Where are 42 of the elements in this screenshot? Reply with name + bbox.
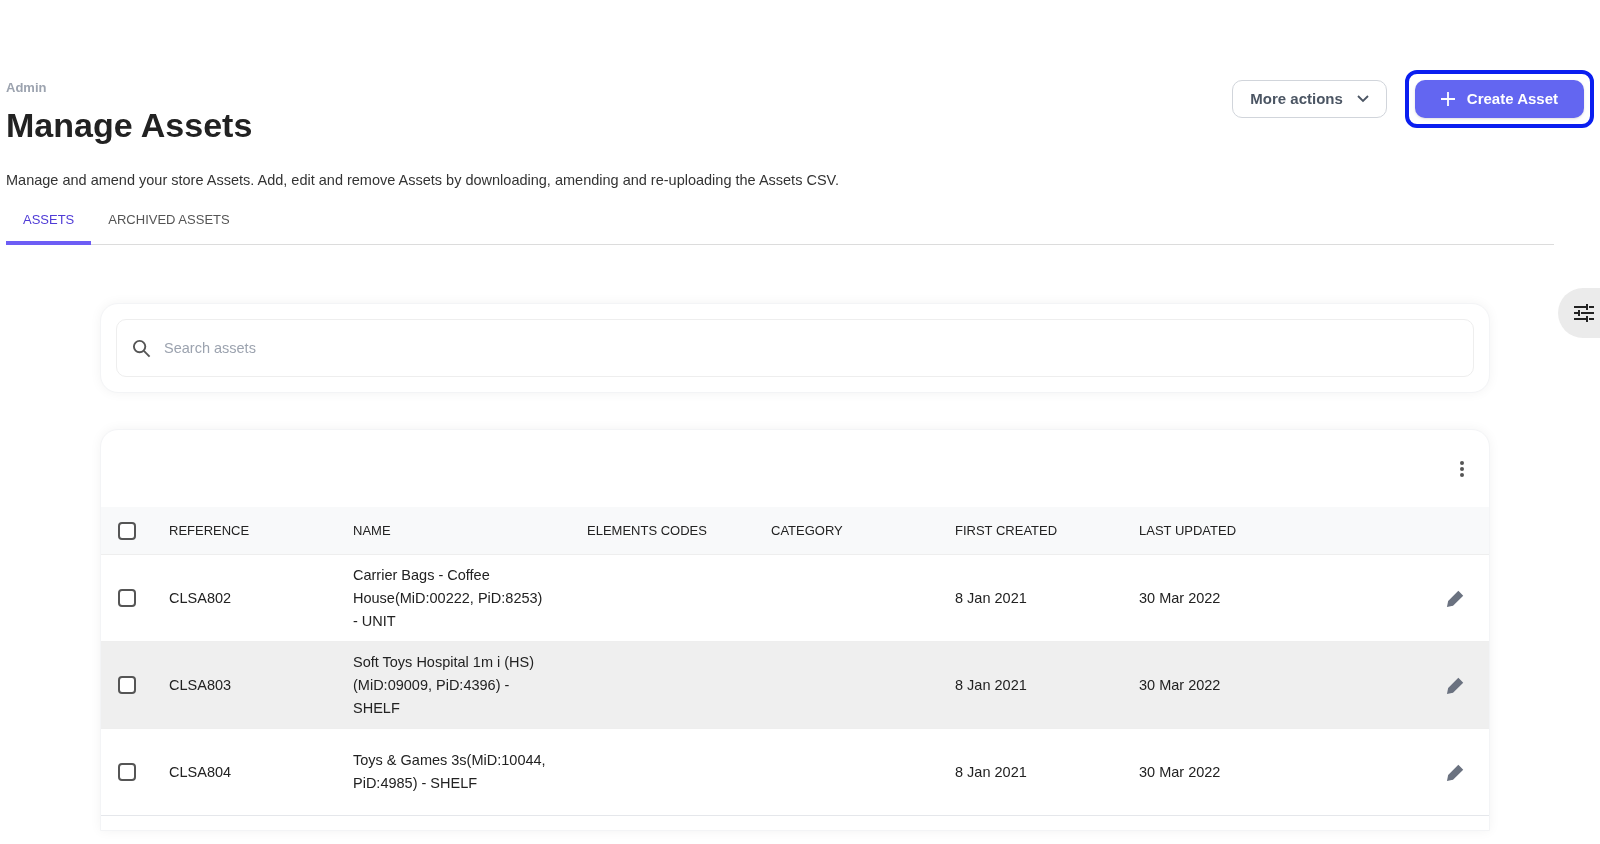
table-cell-text: CLSA803 bbox=[169, 675, 233, 695]
table-cell-text: 8 Jan 2021 bbox=[955, 675, 1028, 695]
more-actions-button[interactable]: More actions bbox=[1232, 80, 1387, 118]
table-cell-text: CLSA802 bbox=[169, 588, 233, 608]
checkbox[interactable] bbox=[118, 676, 136, 695]
table-cell-text: Soft Toys Hospital 1m i (HS) (MiD:09009, PiD:4396) - SHELF bbox=[353, 652, 536, 718]
table-cell-text: 30 Mar 2022 bbox=[1139, 762, 1222, 782]
page-title: Manage Assets bbox=[6, 104, 253, 146]
page-description: Manage and amend your store Assets. Add, edit and remove Assets by downloading, amending and re-uploading the Assets CSV. bbox=[6, 171, 840, 190]
plus-icon bbox=[1440, 92, 1455, 106]
table-cell-text: Carrier Bags - Coffee House(MiD:00222, PiD:8253) - UNIT bbox=[353, 565, 544, 631]
table-cell-text: 8 Jan 2021 bbox=[955, 588, 1028, 608]
tab[interactable]: ASSETS bbox=[6, 207, 92, 246]
checkbox[interactable] bbox=[118, 521, 136, 540]
chevron-down-icon bbox=[1356, 95, 1369, 103]
tab[interactable]: ARCHIVED ASSETS bbox=[91, 207, 247, 246]
column-header: FIRST CREATED bbox=[955, 523, 1058, 538]
column-header: REFERENCE bbox=[169, 523, 250, 538]
table-cell-text: 30 Mar 2022 bbox=[1139, 675, 1222, 695]
table-cell-text: 8 Jan 2021 bbox=[955, 762, 1028, 782]
table-cell-text: 30 Mar 2022 bbox=[1139, 588, 1222, 608]
table-cell-text: CLSA804 bbox=[169, 762, 233, 782]
checkbox[interactable] bbox=[118, 763, 136, 782]
checkbox[interactable] bbox=[118, 589, 136, 608]
pencil-icon[interactable] bbox=[1446, 588, 1465, 608]
more-options-icon[interactable] bbox=[1459, 459, 1465, 478]
column-header: LAST UPDATED bbox=[1139, 523, 1237, 538]
table-row[interactable]: CLSA803 Soft Toys Hospital 1m i (HS) (MiD:09009, PiD:4396) - SHELF 8 Jan 2021 30 Mar 2022 bbox=[101, 641, 1489, 729]
column-header: ELEMENTS CODES bbox=[587, 523, 707, 538]
search-field[interactable]: Search assets bbox=[116, 319, 1474, 378]
create-asset-button[interactable]: Create Asset bbox=[1414, 80, 1584, 118]
search-icon bbox=[132, 339, 151, 359]
sliders-icon bbox=[1574, 304, 1594, 322]
breadcrumb: Admin bbox=[6, 79, 48, 97]
table-row[interactable]: CLSA802 Carrier Bags - Coffee House(MiD:00222, PiD:8253) - UNIT 8 Jan 2021 30 Mar 2022 bbox=[101, 554, 1489, 642]
column-header: NAME bbox=[353, 523, 391, 538]
pencil-icon[interactable] bbox=[1446, 762, 1465, 782]
column-header: CATEGORY bbox=[771, 523, 843, 538]
table-row[interactable]: CLSA804 Toys & Games 3s(MiD:10044, PiD:4985) - SHELF 8 Jan 2021 30 Mar 2022 bbox=[101, 728, 1489, 816]
table-cell-text: Toys & Games 3s(MiD:10044, PiD:4985) - SHELF bbox=[353, 751, 547, 794]
pencil-icon[interactable] bbox=[1446, 675, 1465, 695]
filter-tab[interactable] bbox=[1558, 288, 1600, 338]
